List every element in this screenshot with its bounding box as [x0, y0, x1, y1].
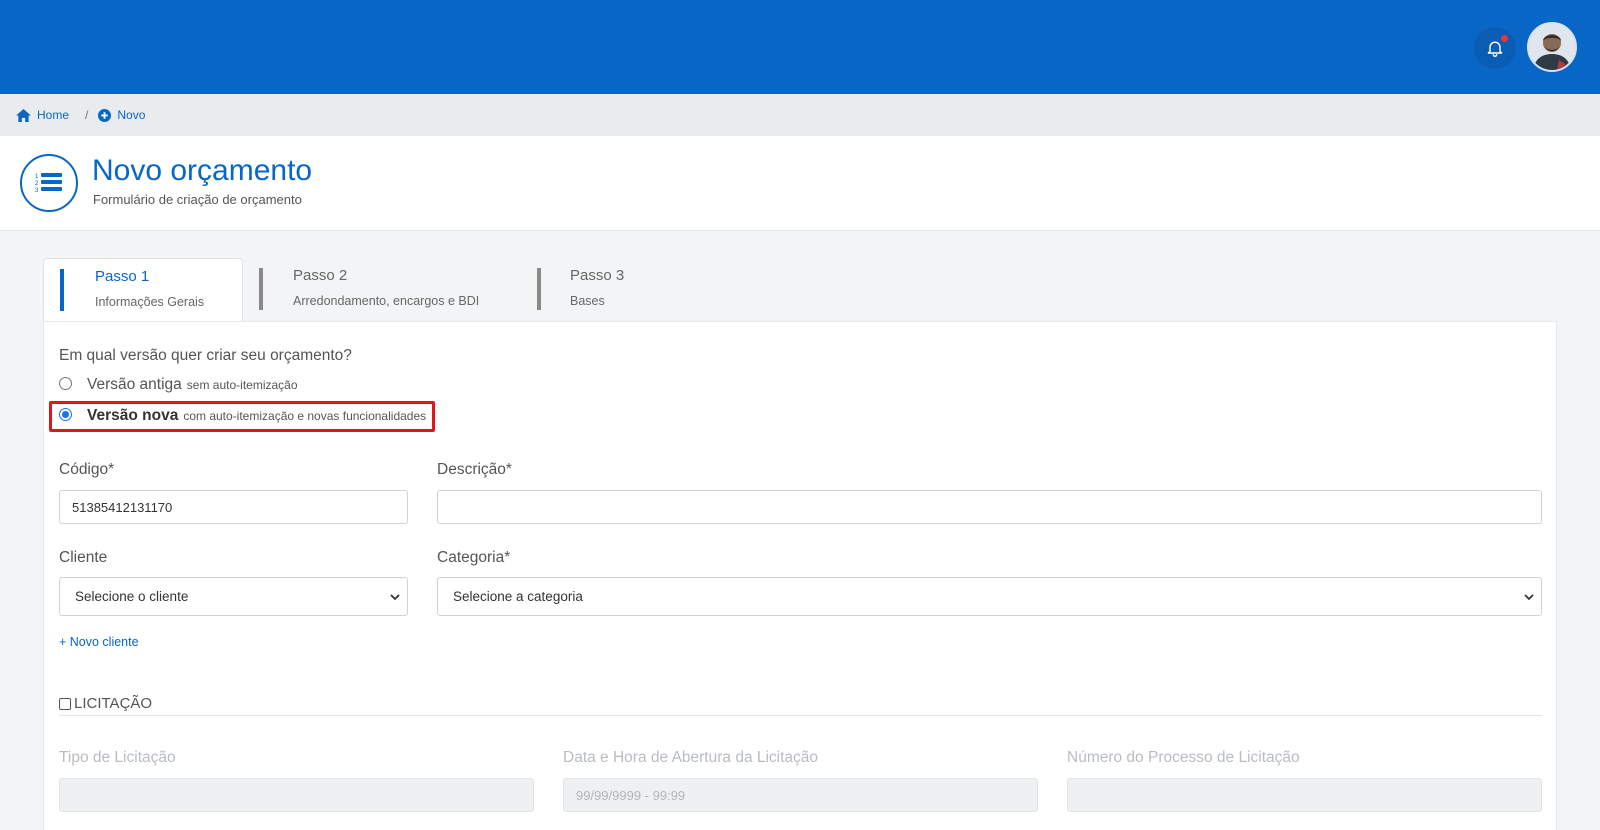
- step-title: Passo 2: [293, 267, 348, 284]
- bidding-process-input[interactable]: [1067, 778, 1542, 812]
- version-question: Em qual versão quer criar seu orçamento?: [59, 347, 352, 364]
- code-input[interactable]: 51385412131170: [59, 490, 408, 524]
- bidding-checkbox-row[interactable]: LICITAÇÃO: [59, 695, 152, 712]
- svg-text:1: 1: [35, 174, 39, 180]
- description-label: Descrição*: [437, 461, 512, 478]
- new-client-link[interactable]: + Novo cliente: [59, 635, 139, 649]
- client-select[interactable]: Selecione o cliente: [59, 577, 408, 616]
- user-photo-icon: [1529, 24, 1575, 70]
- step-subtitle: Bases: [570, 294, 605, 308]
- step-subtitle: Informações Gerais: [95, 295, 205, 309]
- bidding-process-label: Número do Processo de Licitação: [1067, 749, 1300, 766]
- category-select-value: Selecione a categoria: [453, 589, 583, 604]
- svg-text:3: 3: [35, 188, 39, 194]
- notification-dot: [1501, 35, 1508, 42]
- highlight-box: [49, 401, 435, 432]
- breadcrumb-home[interactable]: Home: [16, 108, 69, 122]
- bidding-type-input[interactable]: [59, 778, 534, 812]
- numbered-list-icon: 1 2 3: [20, 154, 78, 212]
- code-label: Código*: [59, 461, 115, 478]
- svg-text:2: 2: [35, 181, 39, 187]
- bidding-date-label: Data e Hora de Abertura da Licitação: [563, 749, 819, 766]
- notifications-button[interactable]: [1474, 27, 1516, 69]
- user-avatar[interactable]: [1527, 22, 1577, 72]
- page-subtitle: Formulário de criação de orçamento: [93, 192, 302, 207]
- radio-detail: sem auto-itemização: [186, 378, 298, 392]
- category-label: Categoria*: [437, 549, 511, 566]
- bidding-type-label: Tipo de Licitação: [59, 749, 176, 766]
- step-indicator: [60, 269, 64, 311]
- tab-step-3[interactable]: Passo 3 Bases: [523, 258, 653, 322]
- step-title: Passo 3: [570, 267, 625, 284]
- divider: [59, 715, 1542, 716]
- radio-old-version[interactable]: Versão antiga sem auto-itemização: [59, 376, 298, 394]
- category-select[interactable]: Selecione a categoria: [437, 577, 1542, 616]
- step-title: Passo 1: [95, 268, 150, 285]
- tab-step-1[interactable]: Passo 1 Informações Gerais: [43, 258, 243, 322]
- breadcrumb-new-label: Novo: [117, 108, 146, 122]
- client-label: Cliente: [59, 549, 108, 566]
- description-input[interactable]: [437, 490, 1542, 524]
- radio-label: Versão antiga: [87, 376, 182, 393]
- chevron-down-icon: [390, 594, 400, 601]
- radio-button[interactable]: [59, 377, 72, 390]
- bidding-date-input[interactable]: 99/99/9999 - 99:99: [563, 778, 1038, 812]
- page-title: Novo orçamento: [92, 154, 313, 187]
- step-subtitle: Arredondamento, encargos e BDI: [293, 294, 480, 308]
- breadcrumb: Home / Novo: [0, 94, 1600, 136]
- top-navbar: [0, 0, 1600, 94]
- breadcrumb-separator: /: [85, 108, 89, 122]
- step-indicator: [259, 268, 263, 310]
- tab-step-2[interactable]: Passo 2 Arredondamento, encargos e BDI: [243, 258, 508, 322]
- home-icon: [16, 108, 31, 122]
- chevron-down-icon: [1524, 594, 1534, 601]
- client-select-value: Selecione o cliente: [75, 589, 189, 604]
- step-indicator: [537, 268, 541, 310]
- page-header: 1 2 3 Novo orçamento Formulário de criaç…: [0, 136, 1600, 231]
- bidding-checkbox[interactable]: [59, 697, 71, 710]
- breadcrumb-home-label: Home: [37, 108, 70, 122]
- plus-circle-icon: [98, 108, 112, 122]
- bidding-checkbox-label: LICITAÇÃO: [74, 695, 153, 712]
- breadcrumb-new[interactable]: Novo: [98, 108, 145, 122]
